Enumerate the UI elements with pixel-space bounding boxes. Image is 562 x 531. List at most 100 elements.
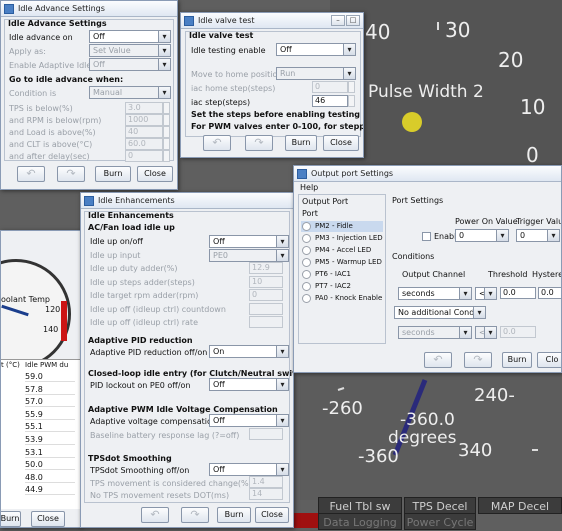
iac-home-step-spinner[interactable] [348,81,355,93]
port-list-item[interactable]: PM5 - Warmup LED [301,257,383,268]
adaptive-idle-select[interactable]: Off [89,58,171,71]
advance-input-spinner[interactable] [163,102,170,114]
power-on-select[interactable]: 0 [455,229,509,242]
burn-button[interactable]: Burn [285,135,317,151]
port-list-item[interactable]: PT7 - IAC2 [301,281,383,292]
output-port-window: Output port Settings Help Output Port Po… [293,165,562,373]
port-radio[interactable] [302,258,311,267]
port-list-item[interactable]: PA0 - Knock Enable [301,293,383,304]
table-cell-pwm[interactable]: 50.0 [25,460,75,471]
ac-row-field[interactable]: 12.9 [249,262,283,274]
table-cell-pwm[interactable]: 55.9 [25,410,75,420]
ac-row-field[interactable]: PE0 [209,248,289,262]
tab-map-decel[interactable]: MAP Decel [478,497,562,514]
operator-select[interactable]: < [475,287,497,300]
trigger-select[interactable]: 0 [516,229,560,242]
advance-input-field[interactable]: 60.0 [125,138,163,150]
power-on-label: Power On Value [455,217,518,226]
ac-row-field[interactable]: 10 [249,275,283,288]
left-close-button[interactable]: Close [31,511,65,527]
operator2-select[interactable]: < [475,326,497,339]
burn-button[interactable]: Burn [217,507,251,523]
tab-power-cycle[interactable]: Power Cycle [404,513,476,530]
hysteresis-input[interactable]: 0.0 [538,287,561,299]
table-cell-pwm[interactable]: 55.1 [25,422,75,433]
ac-row-field[interactable]: 0 [249,289,283,301]
undo-button[interactable]: ↶ [424,352,452,368]
port-list-item[interactable]: PT6 - IAC1 [301,269,383,280]
table-cell-pwm[interactable]: 59.0 [25,372,75,382]
undo-button[interactable]: ↶ [203,135,231,151]
output-channel2-select[interactable]: seconds [398,326,472,339]
advance-input-field[interactable]: 0 [125,150,163,162]
advance-input-spinner[interactable] [163,150,170,162]
ac-row-field[interactable] [249,316,283,328]
close-button[interactable]: Close [323,135,359,151]
window-title: Output port Settings [311,169,394,178]
port-list-item[interactable]: PM4 - Accel LED [301,245,383,256]
iac-step-spinner[interactable] [348,95,355,107]
move-home-select[interactable]: Run [276,67,356,80]
port-list-item[interactable]: PM2 - Fidle [301,221,383,232]
condition-select[interactable]: Manual [89,86,171,99]
advance-input-spinner[interactable] [163,126,170,138]
undo-button[interactable]: ↶ [17,166,45,182]
ac-row-field[interactable] [249,302,283,315]
redo-button[interactable]: ↷ [464,352,492,368]
table-cell-pwm[interactable]: 53.1 [25,448,75,458]
redo-button[interactable]: ↷ [245,135,273,151]
menu-help[interactable]: Help [300,183,318,192]
table-cell-pwm[interactable]: 44.9 [25,485,75,496]
pid-lockout-select[interactable]: Off [209,378,289,391]
tab-data-logging[interactable]: Data Logging [318,513,402,530]
tab-tps-decel[interactable]: TPS Decel [404,497,476,514]
threshold2-input[interactable]: 0.0 [500,326,536,338]
table-cell-pwm[interactable]: 57.0 [25,397,75,408]
advance-input-field[interactable]: 1000 [125,114,163,126]
port-radio[interactable] [302,222,311,231]
burn-button[interactable]: Burn [95,166,131,182]
tab-fuel-tbl-sw[interactable]: Fuel Tbl sw [318,497,402,514]
battery-lag-input[interactable] [249,428,283,440]
advance-input-spinner[interactable] [163,114,170,126]
advance-input-field[interactable]: 3.0 [125,102,163,114]
maximize-button[interactable]: □ [346,15,360,26]
tpsdot-select[interactable]: Off [209,463,289,476]
pid-lockout-label: PID lockout on PE0 off/on [90,381,191,390]
left-burn-button[interactable]: Burn [1,511,21,527]
tps-reset-input[interactable]: 14 [249,488,283,500]
iac-step-input[interactable]: 46 [312,95,348,107]
threshold-input[interactable]: 0.0 [500,287,536,299]
enabled-checkbox[interactable] [422,232,431,241]
advance-input-field[interactable]: 40 [125,126,163,138]
table-cell-pwm[interactable]: 57.8 [25,385,75,395]
table-cell-pwm[interactable]: 53.9 [25,435,75,445]
voltage-comp-select[interactable]: Off [209,414,289,427]
minimize-button[interactable]: – [331,15,345,26]
close-button[interactable]: Clo [537,352,561,368]
port-radio[interactable] [302,246,311,255]
burn-button[interactable]: Burn [502,352,532,368]
idle-testing-enable-select[interactable]: Off [276,43,356,56]
port-radio[interactable] [302,234,311,243]
iac-home-step-input[interactable]: 0 [312,81,348,93]
redo-button[interactable]: ↷ [57,166,85,182]
idle-advance-on-select[interactable]: Off [89,30,171,43]
table-cell-pwm[interactable]: 48.0 [25,473,75,483]
advance-input-spinner[interactable] [163,138,170,150]
port-radio[interactable] [302,282,311,291]
apply-as-select[interactable]: Set Value [89,44,171,57]
port-radio[interactable] [302,270,311,279]
redo-button[interactable]: ↷ [181,507,209,523]
pid-reduction-select[interactable]: On [209,345,289,358]
ac-row-field[interactable]: Off [209,235,289,248]
undo-button[interactable]: ↶ [141,507,169,523]
close-button[interactable]: Close [137,166,173,182]
window-title: Idle valve test [198,16,255,25]
port-radio[interactable] [302,294,311,303]
tps-change-input[interactable]: 1.4 [249,476,283,488]
close-button[interactable]: Close [255,507,289,523]
output-channel-select[interactable]: seconds [398,287,472,300]
additional-condition-select[interactable]: No additional Condition [394,306,486,319]
port-list-item[interactable]: PM3 - Injection LED [301,233,383,244]
